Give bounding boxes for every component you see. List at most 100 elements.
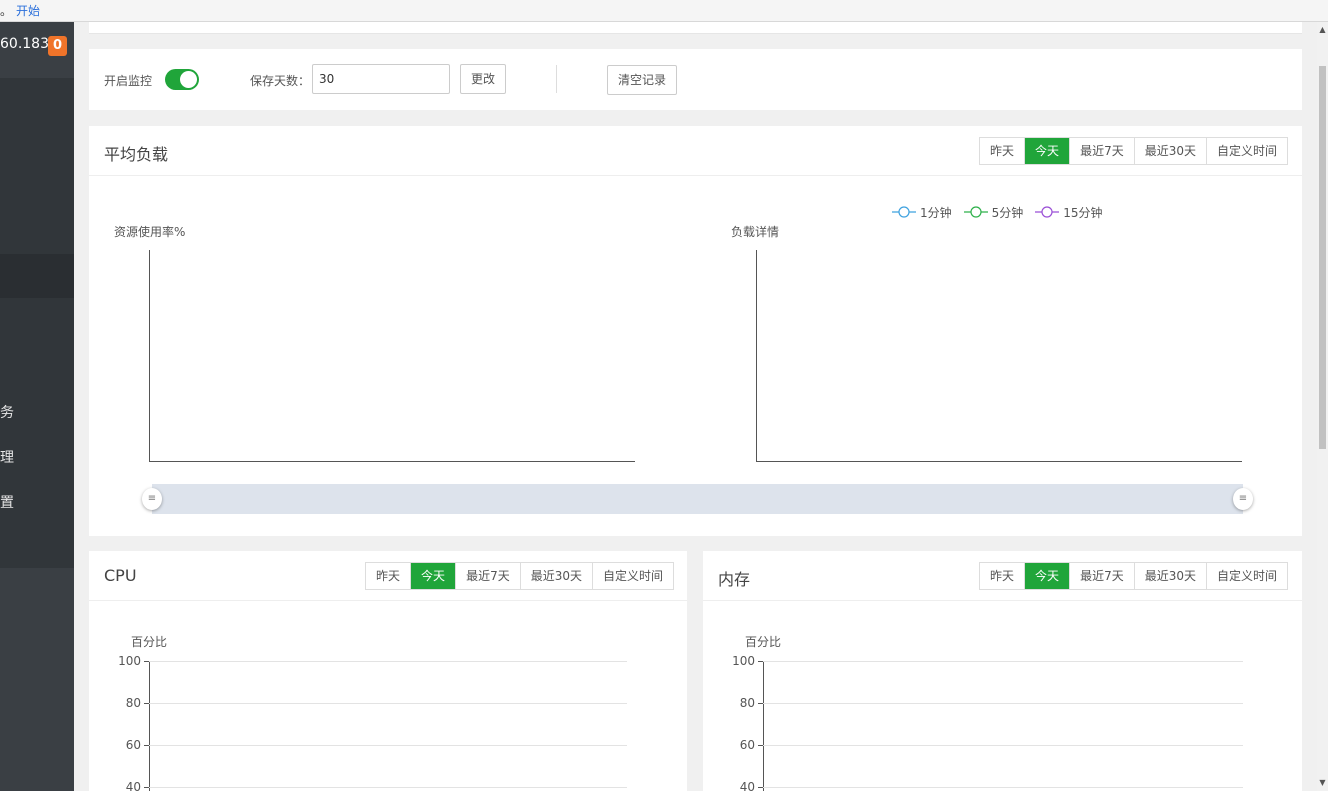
right-chart-y-axis (756, 250, 757, 462)
monitor-controls: 开启监控 保存天数： 更改 清空记录 (89, 49, 1302, 110)
notice-prefix: 。 (0, 4, 13, 18)
tick-mark (144, 661, 149, 662)
change-button[interactable]: 更改 (460, 64, 506, 94)
gridline (149, 745, 627, 746)
y-axis (763, 661, 764, 791)
sidebar-item-label: 置 (0, 495, 14, 511)
tick-mark (144, 745, 149, 746)
range-button-0[interactable]: 昨天 (980, 563, 1026, 589)
y-tick-label: 60 (125, 738, 141, 752)
sidebar-item-1[interactable]: 务 (0, 402, 74, 422)
clear-records-button[interactable]: 清空记录 (607, 65, 677, 95)
retention-days-label: 保存天数： (250, 74, 311, 88)
gridline (763, 703, 1243, 704)
load-legend: 1分钟 5分钟 15分钟 (892, 204, 1103, 220)
divider (556, 65, 557, 93)
legend-item-15min[interactable]: 15分钟 (1035, 204, 1103, 220)
panel-header: CPU 昨天 今天 最近7天 最近30天 自定义时间 (89, 551, 687, 601)
legend-marker-icon (1035, 206, 1060, 218)
memory-panel: 内存 昨天 今天 最近7天 最近30天 自定义时间 百分比 100 80 60 40 (703, 551, 1302, 791)
y-axis-label: 百分比 (745, 635, 782, 649)
range-button-2[interactable]: 最近7天 (456, 563, 521, 589)
y-axis (149, 661, 150, 791)
panel-title: 平均负载 (104, 145, 169, 164)
range-button-1[interactable]: 今天 (1025, 138, 1071, 164)
range-button-0[interactable]: 昨天 (980, 138, 1026, 164)
legend-label: 5分钟 (991, 205, 1024, 220)
left-chart-x-axis (149, 461, 635, 462)
slider-handle-left[interactable]: ≡ (142, 488, 162, 510)
page-scrollbar[interactable]: ▲ ▼ (1317, 22, 1328, 791)
y-tick-label: 80 (739, 696, 755, 710)
time-range-group: 昨天 今天 最近7天 最近30天 自定义时间 (979, 137, 1288, 165)
tick-mark (144, 787, 149, 788)
range-button-4[interactable]: 自定义时间 (1206, 138, 1287, 164)
gridline (763, 745, 1243, 746)
range-button-1[interactable]: 今天 (1025, 563, 1071, 589)
y-tick-label: 80 (125, 696, 141, 710)
range-button-2[interactable]: 最近7天 (1070, 563, 1135, 589)
slider-handle-right[interactable]: ≡ (1233, 488, 1253, 510)
load-detail-label: 负载详情 (731, 225, 780, 239)
y-tick-label: 40 (739, 780, 755, 791)
range-button-4[interactable]: 自定义时间 (592, 563, 673, 589)
top-notice-bar: 。开始 (0, 0, 1328, 22)
range-button-0[interactable]: 昨天 (366, 563, 412, 589)
panel-header: 内存 昨天 今天 最近7天 最近30天 自定义时间 (703, 551, 1302, 601)
scroll-down-icon[interactable]: ▼ (1318, 778, 1327, 787)
y-tick-label: 100 (118, 654, 141, 668)
range-button-4[interactable]: 自定义时间 (1206, 563, 1287, 589)
tick-mark (758, 661, 763, 662)
server-ip-row: 60.183 0 (0, 34, 74, 58)
time-range-group: 昨天 今天 最近7天 最近30天 自定义时间 (979, 562, 1288, 590)
monitor-label: 开启监控 (104, 74, 153, 88)
sidebar-item-2[interactable]: 理 (0, 447, 74, 467)
y-tick-label: 40 (125, 780, 141, 791)
notification-badge[interactable]: 0 (48, 36, 67, 56)
y-tick-label: 100 (732, 654, 755, 668)
gridline (149, 661, 627, 662)
gridline (763, 787, 1243, 788)
gridline (763, 661, 1243, 662)
sidebar: 60.183 0 务 理 置 (0, 22, 74, 791)
legend-item-1min[interactable]: 1分钟 (892, 204, 952, 220)
legend-label: 1分钟 (920, 205, 952, 220)
gridline (149, 703, 627, 704)
panel-title: CPU (104, 566, 137, 585)
left-chart-y-axis (149, 250, 150, 462)
legend-marker-icon (963, 206, 988, 218)
toggle-knob (180, 71, 197, 88)
load-average-panel: 平均负载 昨天 今天 最近7天 最近30天 自定义时间 资源使用率% 负载详情 1分钟 … (89, 126, 1302, 536)
range-button-3[interactable]: 最近30天 (1134, 563, 1207, 589)
retention-days-input[interactable] (312, 64, 450, 94)
sidebar-item-3[interactable]: 置 (0, 492, 74, 512)
legend-marker-icon (892, 206, 916, 218)
scrollbar-thumb[interactable] (1319, 66, 1326, 449)
monitor-toggle[interactable] (165, 69, 199, 90)
range-button-3[interactable]: 最近30天 (1134, 138, 1207, 164)
tick-mark (758, 703, 763, 704)
server-ip: 60.183 (0, 36, 49, 52)
notice-start-link[interactable]: 开始 (16, 4, 40, 18)
y-axis-label: 百分比 (131, 635, 168, 649)
y-tick-label: 60 (739, 738, 755, 752)
resource-usage-label: 资源使用率% (114, 225, 186, 239)
cpu-panel: CPU 昨天 今天 最近7天 最近30天 自定义时间 百分比 100 80 60 40 (89, 551, 687, 791)
legend-label: 15分钟 (1063, 205, 1103, 220)
time-zoom-slider[interactable] (152, 484, 1243, 514)
panel-title: 内存 (718, 570, 751, 589)
panel-header: 平均负载 昨天 今天 最近7天 最近30天 自定义时间 (89, 126, 1302, 176)
time-range-group: 昨天 今天 最近7天 最近30天 自定义时间 (365, 562, 674, 590)
sidebar-item-label: 理 (0, 450, 14, 466)
tick-mark (758, 787, 763, 788)
scroll-up-icon[interactable]: ▲ (1318, 25, 1327, 34)
range-button-2[interactable]: 最近7天 (1070, 138, 1135, 164)
right-chart-x-axis (756, 461, 1242, 462)
top-panel-edge (89, 22, 1302, 34)
range-button-3[interactable]: 最近30天 (520, 563, 593, 589)
range-button-1[interactable]: 今天 (411, 563, 457, 589)
legend-item-5min[interactable]: 5分钟 (963, 204, 1024, 220)
tick-mark (144, 703, 149, 704)
sidebar-item-active[interactable] (0, 254, 74, 298)
tick-mark (758, 745, 763, 746)
